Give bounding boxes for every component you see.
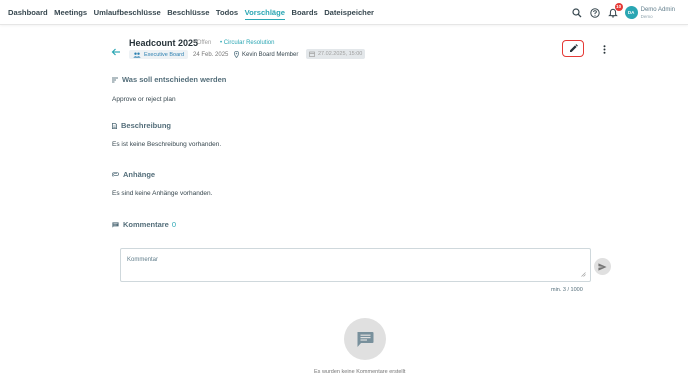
responsible-person: Kevin Board Member: [234, 51, 298, 58]
attachments-text: Es sind keine Anhänge vorhanden.: [112, 190, 213, 197]
calendar-icon: [309, 51, 315, 57]
comment-input[interactable]: [121, 249, 590, 281]
comments-heading: Kommentare 0: [112, 220, 176, 229]
help-icon[interactable]: [589, 7, 601, 19]
nav-item-dashboard[interactable]: Dashboard: [8, 0, 48, 25]
description-heading-text: Beschreibung: [121, 121, 172, 130]
nav-item-circular-resolutions[interactable]: Umlaufbeschlüsse: [94, 0, 161, 25]
proposal-type-label: • Circular Resolution: [220, 40, 275, 46]
more-options-button[interactable]: [599, 42, 609, 56]
back-arrow-icon[interactable]: [111, 44, 121, 56]
top-right-controls: 10 DA Demo Admin Demo: [571, 0, 688, 25]
group-icon: [133, 52, 141, 58]
send-comment-button[interactable]: [594, 258, 611, 275]
person-name: Kevin Board Member: [242, 51, 299, 58]
character-counter: min. 3 / 1000: [551, 287, 583, 293]
comment-input-container: [120, 248, 591, 282]
more-vertical-icon: [603, 44, 605, 54]
status-label: • Offen: [193, 40, 212, 46]
user-role: Demo: [640, 13, 653, 19]
location-pin-icon: [234, 51, 239, 58]
page-title: Headcount 2025: [129, 38, 199, 48]
nav-item-file-storage[interactable]: Dateispeicher: [324, 0, 374, 25]
main-nav: Dashboard Meetings Umlaufbeschlüsse Besc…: [8, 0, 381, 25]
deadline-text: 27.02.2025, 15:00: [318, 51, 363, 57]
board-chip[interactable]: Executive Board: [129, 50, 189, 59]
subject-icon: [112, 77, 118, 82]
nav-item-todos[interactable]: Todos: [216, 0, 238, 25]
notification-count-badge: 10: [614, 2, 623, 11]
nav-item-proposals[interactable]: Vorschläge: [244, 0, 286, 25]
resize-handle-icon[interactable]: [581, 272, 586, 277]
top-navigation-bar: Dashboard Meetings Umlaufbeschlüsse Besc…: [0, 0, 688, 25]
decision-heading-text: Was soll entschieden werden: [122, 75, 227, 84]
pencil-icon: [569, 44, 578, 52]
comments-count: 0: [171, 220, 177, 229]
edit-button[interactable]: [562, 40, 584, 57]
attachments-heading-text: Anhänge: [123, 170, 156, 179]
nav-item-resolutions[interactable]: Beschlüsse: [167, 0, 209, 25]
decision-text: Approve or reject plan: [112, 96, 176, 103]
chat-bubble-icon: [357, 331, 374, 347]
nav-item-meetings[interactable]: Meetings: [54, 0, 87, 25]
nav-item-boards[interactable]: Boards: [292, 0, 318, 25]
document-icon: [112, 122, 117, 129]
avatar[interactable]: DA: [624, 6, 638, 19]
empty-comments-text: Es wurden keine Kommentare erstellt: [314, 369, 406, 375]
empty-comments-illustration: [344, 318, 386, 360]
attachments-heading: Anhänge: [112, 170, 155, 179]
description-heading: Beschreibung: [112, 121, 171, 130]
attachment-icon: [112, 172, 119, 177]
send-icon: [598, 262, 607, 271]
user-menu[interactable]: Demo Admin Demo: [641, 7, 675, 19]
user-name: Demo Admin: [640, 6, 675, 13]
comment-icon: [112, 221, 119, 228]
created-date: 24 Feb. 2025: [193, 52, 229, 58]
comments-heading-text: Kommentare: [123, 220, 169, 229]
search-icon[interactable]: [571, 7, 583, 19]
notifications-bell-icon[interactable]: 10: [607, 2, 623, 19]
board-chip-label: Executive Board: [144, 51, 185, 58]
decision-heading: Was soll entschieden werden: [112, 75, 226, 84]
description-text: Es ist keine Beschreibung vorhanden.: [112, 141, 222, 148]
deadline-badge: 27.02.2025, 15:00: [306, 49, 366, 59]
